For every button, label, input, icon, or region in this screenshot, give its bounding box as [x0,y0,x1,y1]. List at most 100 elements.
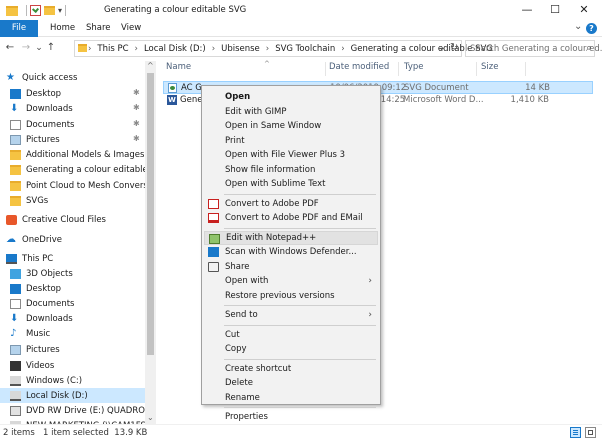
scroll-down-arrow[interactable]: ⌄ [147,413,154,422]
back-button[interactable]: ← [4,42,16,54]
tab-share[interactable]: Share [86,20,111,37]
menu-item-restore-previous-versions[interactable]: Restore previous versions [204,289,378,303]
menu-item-open[interactable]: Open [204,90,378,104]
forward-button[interactable]: → [20,42,32,54]
menu-item-scan-with-windows-defender[interactable]: Scan with Windows Defender... [204,245,378,259]
menu-item-open-with[interactable]: Open with › [204,274,378,288]
nav-item[interactable]: SVGs [0,193,146,208]
help-icon[interactable]: ? [586,23,597,34]
nav-item[interactable]: Desktop [0,281,146,296]
menu-item-properties[interactable]: Properties [204,410,378,424]
creative-cloud-icon [6,214,17,225]
file-explorer-window: ▾ Generating a colour editable SVG — ☐ ✕… [0,0,602,443]
menu-item-label: Open with Sublime Text [225,179,326,189]
desktop-icon [10,283,21,294]
recent-locations-button[interactable]: ⌄ [33,42,45,54]
large-icons-view-icon[interactable] [585,427,596,438]
nav-item[interactable]: Local Disk (D:) [0,388,146,403]
nav-item[interactable]: Pictures [0,132,146,147]
close-button[interactable]: ✕ [570,2,598,18]
column-divider[interactable] [525,62,526,76]
breadcrumb-ubisense[interactable]: Ubisense [221,44,260,54]
menu-item-send-to[interactable]: Send to › [204,308,378,322]
pin-icon[interactable]: ✱ [133,134,140,143]
nav-item[interactable]: Windows (C:) [0,373,146,388]
address-dropdown-icon[interactable]: ⌄ [438,43,446,53]
nav-item[interactable]: ⬇ Downloads [0,311,146,326]
new-folder-icon[interactable] [44,6,55,15]
customize-toolbar-icon[interactable]: ▾ [58,6,62,15]
nav-item[interactable]: Creative Cloud Files [0,212,146,227]
nav-item-label: Generating a colour editable SVG [26,164,146,175]
refresh-icon[interactable]: ↻ [450,42,458,53]
column-header-type[interactable]: Type [404,62,424,76]
nav-item[interactable]: Documents [0,296,146,311]
menu-item-open-with-sublime-text[interactable]: Open with Sublime Text [204,177,378,191]
drive-icon [10,375,21,386]
column-divider[interactable] [476,62,477,76]
maximize-button[interactable]: ☐ [541,2,569,18]
menu-item-rename[interactable]: Rename [204,391,378,405]
menu-item-edit-with-notepad[interactable]: Edit with Notepad++ [204,230,378,245]
column-header-size[interactable]: Size [481,62,498,76]
up-button[interactable]: ↑ [45,42,57,54]
breadcrumb-local-disk[interactable]: Local Disk (D:) [144,44,206,54]
menu-separator [224,227,376,229]
menu-item-copy[interactable]: Copy [204,342,378,356]
column-divider[interactable] [325,62,326,76]
nav-item[interactable]: ⬇ Downloads [0,101,146,116]
status-item-count: 2 items [3,428,35,438]
navpane-scroll-thumb[interactable] [147,73,154,355]
nav-item[interactable]: ♪ Music [0,326,146,341]
menu-item-share[interactable]: Share [204,260,378,274]
menu-item-show-file-information[interactable]: Show file information [204,163,378,177]
star-icon: ★ [6,71,15,83]
nav-item-label: Creative Cloud Files [22,214,106,225]
menu-item-label: Delete [225,378,253,388]
nav-item[interactable]: ★ Quick access [0,70,146,85]
breadcrumb-this-pc[interactable]: This PC [97,44,128,54]
menu-item-delete[interactable]: Delete [204,376,378,390]
nav-item[interactable]: Generating a colour editable SVG [0,162,146,177]
nav-item[interactable]: Pictures [0,342,146,357]
nav-item[interactable]: Additional Models & Images [0,147,146,162]
nav-item[interactable]: Documents [0,117,146,132]
tab-file[interactable]: File [0,20,38,37]
menu-item-convert-to-adobe-pdf[interactable]: Convert to Adobe PDF [204,197,378,211]
tab-view[interactable]: View [121,20,141,37]
menu-item-create-shortcut[interactable]: Create shortcut [204,362,378,376]
column-header-date-modified[interactable]: Date modified [329,62,389,76]
pin-icon[interactable]: ✱ [133,103,140,112]
menu-item-convert-to-adobe-pdf-and-email[interactable]: Convert to Adobe PDF and EMail [204,211,378,225]
nav-item[interactable]: Videos [0,358,146,373]
menu-item-label: Open with File Viewer Plus 3 [225,150,346,160]
menu-item-cut[interactable]: Cut [204,328,378,342]
menu-item-open-in-same-window[interactable]: Open in Same Window [204,119,378,133]
menu-item-print[interactable]: Print [204,134,378,148]
pin-icon[interactable]: ✱ [133,119,140,128]
column-divider[interactable] [398,62,399,76]
details-view-icon[interactable] [570,427,581,438]
file-size: 14 KB [525,83,550,93]
nav-item[interactable]: ☁ OneDrive [0,232,146,247]
properties-icon[interactable] [30,5,41,16]
download-icon: ⬇ [10,312,19,324]
breadcrumb-svg-toolchain[interactable]: SVG Toolchain [275,44,335,54]
minimize-button[interactable]: — [513,2,541,18]
nav-item[interactable]: This PC [0,251,146,266]
scroll-up-arrow[interactable]: ^ [147,61,154,70]
pin-icon[interactable]: ✱ [133,88,140,97]
nav-item-label: Downloads [26,313,73,324]
nav-item[interactable]: DVD RW Drive (E:) QUADRO Driv [0,403,146,418]
nav-item[interactable]: Point Cloud to Mesh Conversion [0,178,146,193]
menu-item-label: Share [225,261,250,272]
nav-item[interactable]: 3D Objects [0,266,146,281]
menu-item-open-with-file-viewer-plus-3[interactable]: Open with File Viewer Plus 3 [204,148,378,162]
tab-home[interactable]: Home [50,20,75,37]
nav-item[interactable]: Desktop [0,86,146,101]
search-icon[interactable]: ⌕ [586,41,592,55]
column-header-name[interactable]: Name [166,62,191,76]
expand-ribbon-icon[interactable]: ⌄ [574,21,582,32]
nav-item-label: Pictures [26,344,60,355]
menu-item-edit-with-gimp[interactable]: Edit with GIMP [204,105,378,119]
